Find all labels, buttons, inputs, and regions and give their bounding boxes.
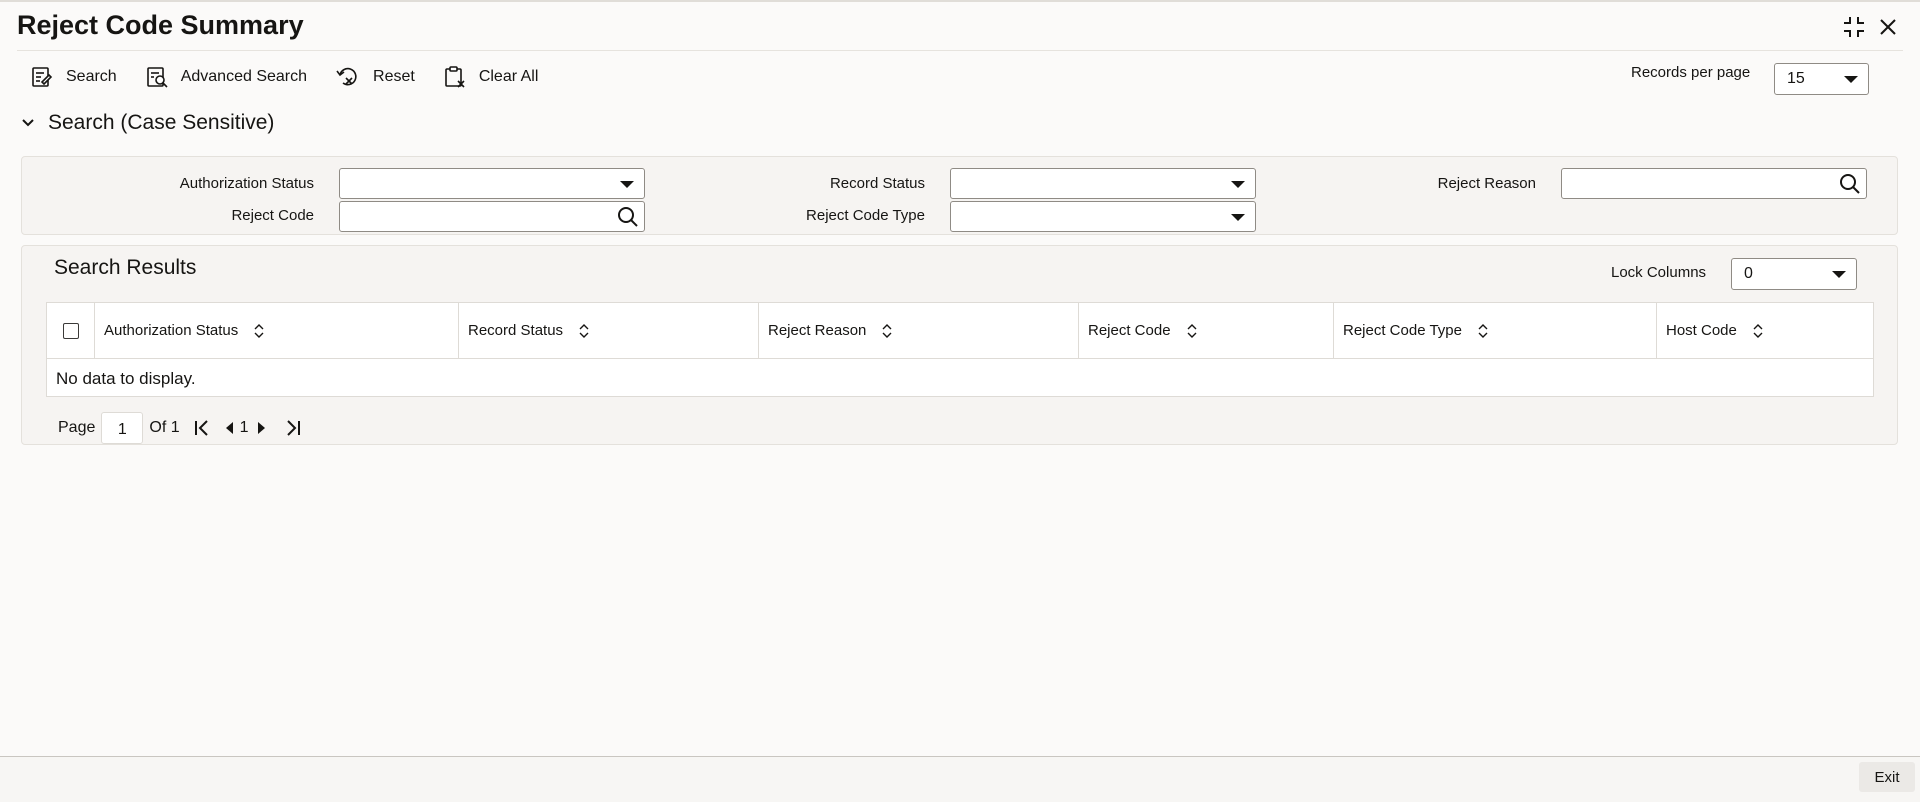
advanced-search-button[interactable]: Advanced Search [145,65,307,89]
column-header-label: Reject Code [1088,322,1171,339]
chevron-down-icon [620,180,634,188]
records-per-page-value: 15 [1787,70,1805,87]
chevron-down-icon [1844,76,1858,83]
lock-columns-label: Lock Columns [1611,264,1707,281]
page-title: Reject Code Summary [17,10,304,40]
column-header-label: Record Status [468,322,564,339]
page-number-input[interactable]: 1 [101,412,144,444]
maximize-icon[interactable] [1841,14,1867,40]
magnifier-icon[interactable] [616,205,640,229]
advanced-search-button-label: Advanced Search [180,68,308,85]
lock-columns-select[interactable]: 0 [1731,258,1857,290]
sort-icon[interactable] [882,323,892,338]
reject-code-label: Reject Code [231,207,314,224]
top-border [0,0,1920,2]
select-all-cell [47,303,95,358]
close-icon[interactable] [1875,14,1901,40]
column-header-label: Reject Reason [768,322,867,339]
next-page-icon [257,422,265,434]
reject-code-input[interactable] [339,201,645,232]
footer-bar [0,757,1920,802]
results-grid: Authorization Status Record Status Rejec… [46,302,1874,397]
previous-page-icon [225,422,233,434]
last-page-button[interactable] [285,419,301,437]
results-grid-header: Authorization Status Record Status Rejec… [47,303,1873,359]
previous-page-button[interactable] [224,421,234,435]
sort-icon[interactable] [1478,323,1488,338]
column-header-record-status[interactable]: Record Status [459,303,759,358]
clear-all-button[interactable]: Clear All [443,65,539,89]
next-page-button[interactable] [257,421,267,435]
title-divider [17,50,1903,51]
reject-reason-input[interactable] [1561,168,1867,199]
record-status-select[interactable] [950,168,1256,199]
reject-reason-label: Reject Reason [1437,175,1536,192]
last-page-icon [286,420,300,436]
chevron-down-icon [1231,180,1245,188]
first-page-icon [194,420,208,436]
page-label: Page [58,419,96,436]
search-icon [32,67,53,87]
column-header-label: Authorization Status [104,322,239,339]
column-header-reject-code-type[interactable]: Reject Code Type [1334,303,1657,358]
search-section-toggle[interactable]: Search (Case Sensitive) [20,111,274,135]
search-button[interactable]: Search [30,65,117,89]
sort-icon[interactable] [1187,323,1197,338]
sort-icon[interactable] [1753,323,1763,338]
chevron-down-icon [22,119,34,127]
column-header-label: Reject Code Type [1343,322,1462,339]
current-page-indicator: 1 [239,419,249,436]
empty-results-message: No data to display. [56,369,196,388]
magnifier-icon[interactable] [1838,172,1862,196]
select-all-checkbox[interactable] [62,322,79,339]
authorization-status-select[interactable] [339,168,645,199]
column-header-host-code[interactable]: Host Code [1657,303,1873,358]
chevron-down-icon [1231,213,1245,221]
records-per-page-label: Records per page [1631,64,1751,81]
exit-button[interactable]: Exit [1859,762,1915,792]
search-results-title: Search Results [54,256,197,279]
reject-code-type-select[interactable] [950,201,1256,232]
sort-icon[interactable] [579,323,589,338]
record-status-label: Record Status [829,175,925,192]
column-header-reject-code[interactable]: Reject Code [1079,303,1334,358]
first-page-button[interactable] [194,419,210,437]
chevron-down-icon [1832,271,1846,278]
clear-all-button-label: Clear All [478,68,539,85]
page-of-label: Of 1 [149,419,180,436]
sort-icon[interactable] [254,323,264,338]
reset-button[interactable]: Reset [335,65,415,89]
reset-icon [336,67,357,86]
search-section-title: Search (Case Sensitive) [48,111,275,134]
advanced-search-icon [146,67,168,88]
page-number-value: 1 [117,421,127,438]
records-per-page-select[interactable]: 15 [1774,63,1869,95]
authorization-status-label: Authorization Status [179,175,314,192]
column-header-label: Host Code [1666,322,1737,339]
pagination: Page 1 Of 1 1 [58,412,301,444]
column-header-reject-reason[interactable]: Reject Reason [759,303,1079,358]
toolbar: Search Advanced Search Reset Clear All [30,62,566,92]
reset-button-label: Reset [373,68,415,85]
search-button-label: Search [66,68,117,85]
column-header-authorization-status[interactable]: Authorization Status [95,303,459,358]
clear-all-icon [445,66,465,88]
lock-columns-value: 0 [1744,265,1753,282]
reject-code-type-label: Reject Code Type [806,207,925,224]
